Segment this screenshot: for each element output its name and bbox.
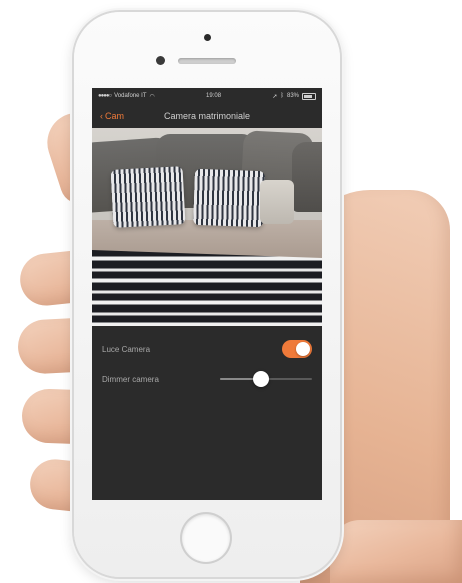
camera-live-view[interactable] bbox=[92, 128, 322, 326]
signal-strength-icon: ●●●●○ bbox=[98, 93, 112, 99]
camera-image-striped-cushion bbox=[110, 166, 186, 228]
status-right: ➚ ᛒ 83% bbox=[272, 92, 316, 100]
carrier-name: Vodafone IT bbox=[114, 93, 147, 99]
battery-percent: 83% bbox=[286, 93, 299, 99]
front-camera-lens bbox=[156, 56, 165, 65]
camera-image-pillow bbox=[292, 142, 322, 212]
light-toggle-row: Luce Camera bbox=[102, 334, 312, 364]
earpiece-speaker bbox=[178, 58, 236, 64]
camera-image-striped-throw bbox=[92, 249, 322, 326]
status-left: ●●●●○ Vodafone IT ◠ bbox=[98, 93, 155, 100]
navigation-bar: ‹ Cam Camera matrimoniale bbox=[92, 104, 322, 128]
battery-icon bbox=[302, 92, 316, 100]
status-bar: ●●●●○ Vodafone IT ◠ 19:08 ➚ ᛒ 83% bbox=[92, 88, 322, 104]
toggle-knob bbox=[296, 342, 310, 356]
dimmer-slider[interactable] bbox=[220, 371, 312, 387]
bluetooth-icon: ᛒ bbox=[280, 93, 284, 99]
status-time: 19:08 bbox=[206, 93, 222, 99]
page-title: Camera matrimoniale bbox=[163, 111, 251, 121]
home-button[interactable] bbox=[182, 514, 230, 562]
camera-image-striped-cushion bbox=[193, 168, 265, 228]
back-button[interactable]: ‹ Cam bbox=[100, 111, 124, 121]
location-icon: ➚ bbox=[272, 93, 278, 100]
dimmer-label: Dimmer camera bbox=[102, 374, 159, 384]
chevron-left-icon: ‹ bbox=[100, 111, 103, 121]
scene: ●●●●○ Vodafone IT ◠ 19:08 ➚ ᛒ 83% ‹ Cam bbox=[0, 0, 462, 583]
back-button-label: Cam bbox=[105, 111, 125, 121]
light-toggle-label: Luce Camera bbox=[102, 344, 151, 354]
smartphone: ●●●●○ Vodafone IT ◠ 19:08 ➚ ᛒ 83% ‹ Cam bbox=[74, 12, 340, 577]
proximity-sensor bbox=[204, 34, 211, 41]
wifi-icon: ◠ bbox=[149, 93, 155, 100]
light-toggle-switch[interactable] bbox=[282, 340, 312, 358]
hand-wrist bbox=[330, 520, 462, 583]
app-screen: ●●●●○ Vodafone IT ◠ 19:08 ➚ ᛒ 83% ‹ Cam bbox=[92, 88, 322, 500]
camera-image-cushion bbox=[260, 180, 294, 224]
controls-panel: Luce Camera Dimmer camera bbox=[92, 326, 322, 402]
dimmer-row: Dimmer camera bbox=[102, 364, 312, 394]
slider-thumb[interactable] bbox=[253, 371, 270, 387]
